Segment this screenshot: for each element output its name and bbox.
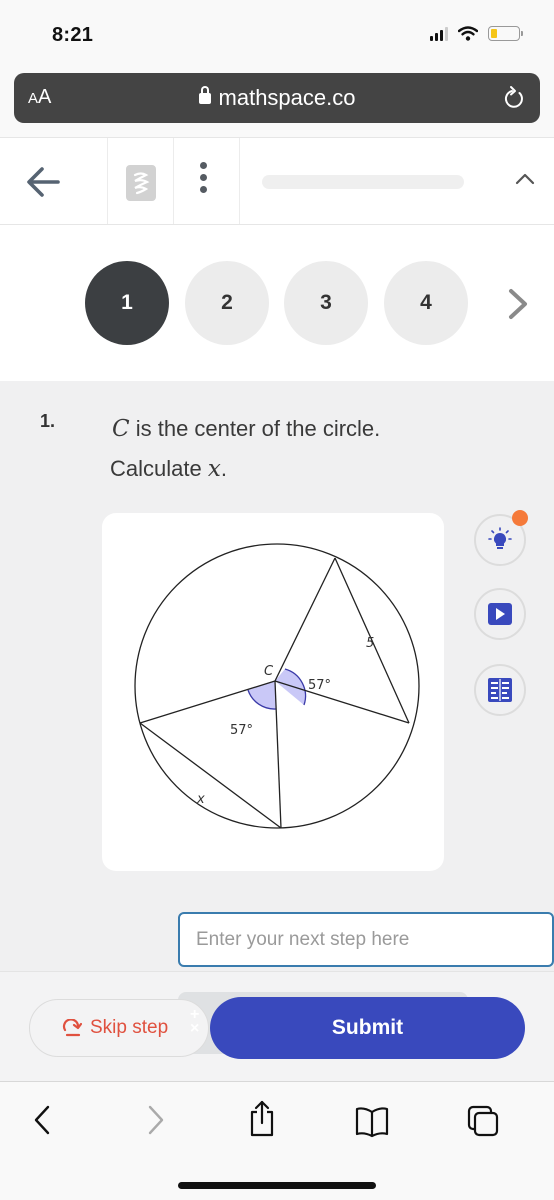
- math-variable-x: x: [207, 456, 221, 482]
- radius-top: [274, 557, 336, 682]
- skip-icon: [62, 1019, 82, 1037]
- skip-step-label: Skip step: [90, 1017, 169, 1038]
- radius-right: [274, 680, 410, 724]
- angle-top-sector: [275, 669, 306, 705]
- divider: [239, 138, 240, 224]
- progress-bar: [262, 175, 464, 189]
- chevron-up-icon[interactable]: [514, 171, 536, 187]
- diagram-card: C 57° 57° 5 x: [102, 513, 444, 871]
- question-1-button[interactable]: 1: [85, 261, 169, 345]
- submit-button[interactable]: Submit: [210, 997, 525, 1059]
- question-text-line2: Calculate x.: [110, 456, 227, 482]
- question-2-button[interactable]: 2: [185, 261, 269, 345]
- top-nav: [0, 137, 554, 225]
- radius-bottom: [274, 680, 282, 829]
- status-icons: [430, 26, 523, 41]
- wifi-icon: [458, 26, 478, 41]
- book-icon: [488, 678, 512, 702]
- status-bar: 8:21: [0, 0, 554, 68]
- hint-button[interactable]: [474, 510, 528, 566]
- math-variable-c: C: [112, 416, 130, 442]
- keypad-icon: + ×: [190, 1006, 200, 1037]
- back-icon[interactable]: [30, 1102, 54, 1138]
- chord-5-label: 5: [366, 636, 374, 651]
- skip-step-button[interactable]: Skip step: [29, 999, 209, 1057]
- more-vertical-icon[interactable]: [200, 162, 207, 193]
- chord-x: [139, 722, 282, 829]
- lock-icon: [198, 86, 211, 104]
- divider: [173, 138, 174, 224]
- action-bar: Skip step + × Submit: [0, 971, 554, 1081]
- question-4-button[interactable]: 4: [384, 261, 468, 345]
- address-bar[interactable]: AA mathspace.co: [14, 73, 540, 123]
- question-3-button[interactable]: 3: [284, 261, 368, 345]
- play-video-icon: [488, 603, 512, 625]
- worked-example-button[interactable]: [474, 664, 526, 716]
- chord-x-label: x: [196, 792, 205, 807]
- circle: [134, 543, 420, 829]
- mathspace-logo-icon[interactable]: [126, 165, 156, 201]
- forward-icon[interactable]: [144, 1102, 168, 1138]
- reload-icon[interactable]: [502, 85, 526, 111]
- tabs-icon[interactable]: [466, 1104, 500, 1138]
- bookmarks-icon[interactable]: [354, 1104, 390, 1138]
- cellular-signal-icon: [430, 26, 448, 41]
- lightbulb-icon: [488, 527, 512, 549]
- browser-toolbar: [0, 1081, 554, 1200]
- video-button[interactable]: [474, 588, 526, 640]
- home-indicator: [178, 1182, 376, 1189]
- radius-left: [139, 680, 276, 724]
- question-content: 1. C is the center of the circle. Calcul…: [0, 381, 554, 971]
- back-arrow-icon[interactable]: [24, 164, 64, 200]
- question-text-line1: C is the center of the circle.: [112, 416, 381, 442]
- url-text: mathspace.co: [218, 85, 356, 110]
- center-label: C: [264, 664, 274, 679]
- next-step-input[interactable]: [178, 912, 554, 967]
- chevron-right-icon[interactable]: [505, 287, 531, 321]
- angle-bottom-label: 57°: [230, 723, 253, 738]
- circle-diagram: C 57° 57° 5 x: [134, 543, 420, 829]
- url-display[interactable]: mathspace.co: [14, 85, 540, 111]
- share-icon[interactable]: [247, 1098, 277, 1138]
- question-number: 1.: [40, 411, 56, 431]
- notification-badge: [512, 510, 528, 526]
- angle-top-label: 57°: [308, 678, 331, 693]
- status-time: 8:21: [52, 24, 94, 46]
- divider: [107, 138, 108, 224]
- question-pager: 1 2 3 4: [0, 225, 554, 381]
- battery-low-icon: [488, 26, 523, 41]
